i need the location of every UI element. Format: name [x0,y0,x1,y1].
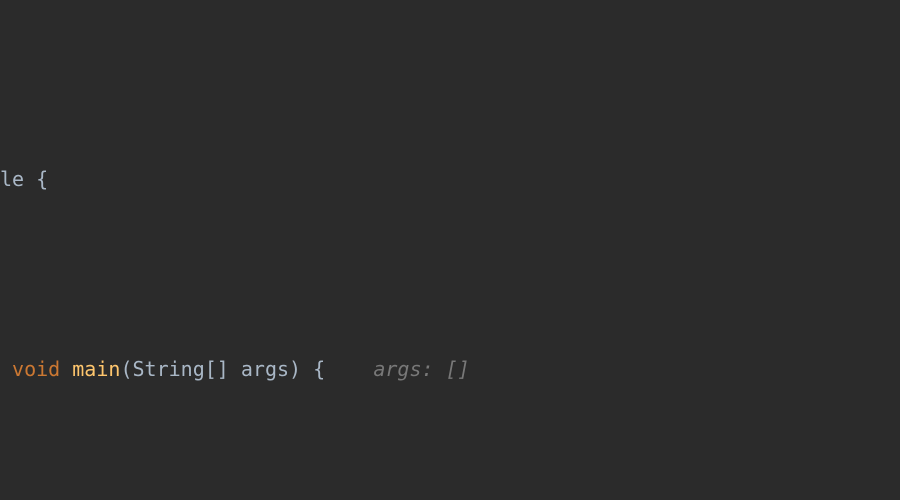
method-name: main [72,357,120,381]
inlay-hint: args: [] [373,357,469,381]
keyword-void: void [12,357,60,381]
code-line[interactable]: le { [0,160,900,198]
param-type: String[] [132,357,228,381]
param-name: args [241,357,289,381]
paren-open: ( [120,357,132,381]
class-decl-tail: le { [0,167,48,191]
code-editor[interactable]: le { void main(String[] args) { args: []… [0,0,900,500]
paren-close: ) { [289,357,325,381]
code-line[interactable]: void main(String[] args) { args: [] [0,350,900,388]
